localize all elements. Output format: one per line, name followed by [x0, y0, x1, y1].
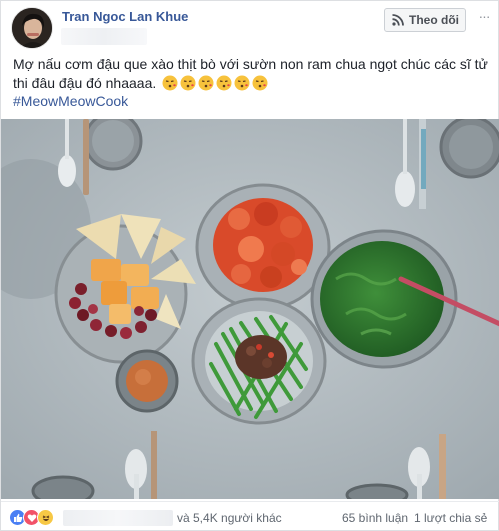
author-name[interactable]: Tran Ngoc Lan Khue: [62, 9, 188, 24]
comment-count[interactable]: 65 bình luận: [342, 511, 408, 525]
rss-icon: [392, 14, 404, 26]
post-text-line-1: Mợ nấu cơm đậu que xào thịt bò với sườn …: [13, 56, 488, 72]
share-count[interactable]: 1 lượt chia sẻ: [414, 511, 487, 525]
kiss-emoji-icon: [234, 75, 250, 91]
more-options-button[interactable]: ···: [475, 9, 493, 29]
post-text: Mợ nấu cơm đậu que xào thịt bò với sườn …: [13, 55, 493, 93]
kiss-emoji-icon: [162, 75, 178, 91]
post-meta-redacted: [61, 28, 147, 45]
reaction-icons[interactable]: [9, 509, 54, 526]
post-footer: và 5,4K người khác 65 bình luận 1 lượt c…: [1, 501, 499, 531]
post-header: Tran Ngoc Lan Khue Theo dõi ···: [1, 1, 499, 53]
post-text-line-2-wrapper: thi đâu đậu đó nhaaaa.: [13, 74, 493, 93]
kiss-emoji-icon: [180, 75, 196, 91]
kiss-emoji-icon: [216, 75, 232, 91]
food-table-illustration: [1, 119, 499, 499]
hashtag-link[interactable]: #MeowMeowCook: [13, 93, 128, 109]
haha-icon: [37, 509, 54, 526]
facebook-post: Tran Ngoc Lan Khue Theo dõi ··· Mợ nấu c…: [0, 0, 499, 531]
follow-button[interactable]: Theo dõi: [384, 8, 466, 32]
post-photo[interactable]: [1, 119, 499, 499]
kiss-emoji-row: [162, 75, 268, 91]
author-avatar[interactable]: [11, 7, 53, 49]
kiss-emoji-icon: [198, 75, 214, 91]
post-text-line-2: thi đâu đậu đó nhaaaa.: [13, 75, 157, 91]
kiss-emoji-icon: [252, 75, 268, 91]
reactor-names-redacted: [63, 510, 173, 526]
follow-label: Theo dõi: [409, 13, 459, 27]
reaction-count[interactable]: và 5,4K người khác: [177, 511, 282, 525]
